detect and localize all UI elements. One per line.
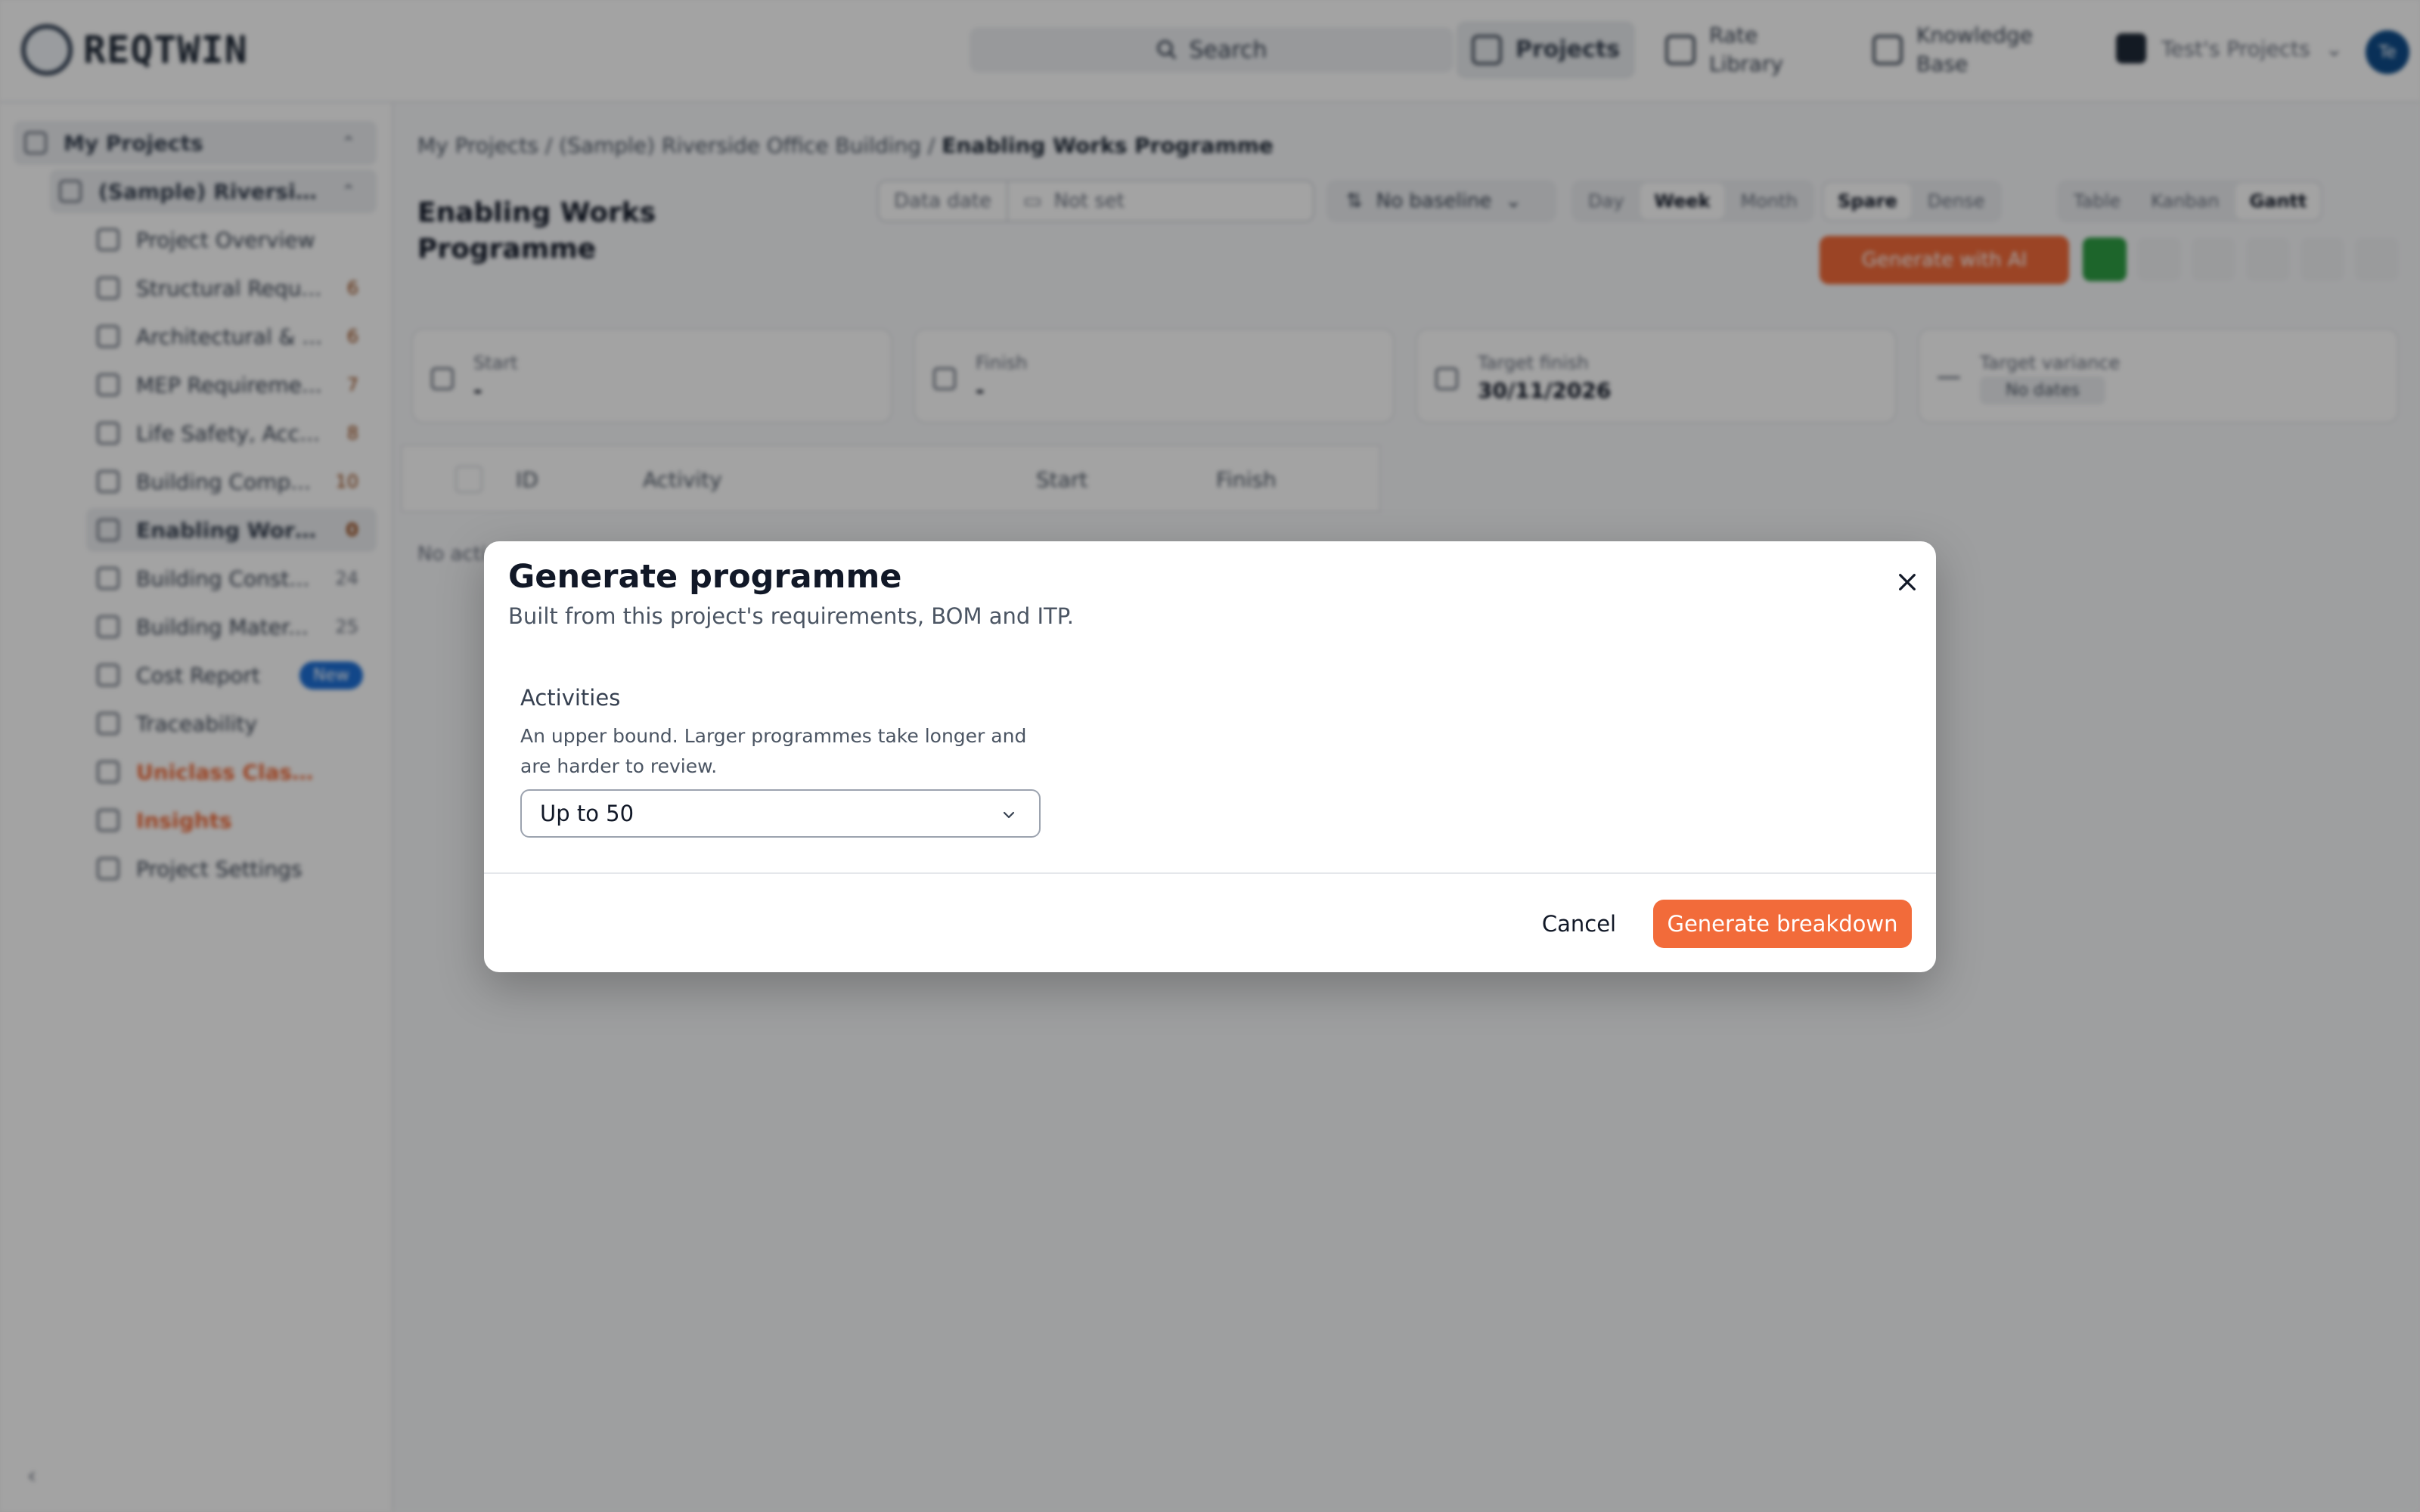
generate-programme-dialog: Generate programme Built from this proje… (484, 541, 1936, 972)
dialog-title: Generate programme (508, 558, 902, 596)
activities-select-value: Up to 50 (540, 801, 634, 826)
close-button[interactable] (1888, 562, 1927, 602)
generate-breakdown-button[interactable]: Generate breakdown (1653, 900, 1912, 948)
dialog-subtitle: Built from this project's requirements, … (508, 603, 1074, 629)
activities-label: Activities (520, 685, 621, 711)
chevron-down-icon (1003, 811, 1015, 819)
close-icon (1899, 574, 1916, 590)
activities-select[interactable]: Up to 50 (520, 789, 1041, 838)
dialog-divider (484, 872, 1936, 874)
cancel-button[interactable]: Cancel (1534, 900, 1624, 948)
activities-help-text: An upper bound. Larger programmes take l… (520, 725, 1027, 777)
